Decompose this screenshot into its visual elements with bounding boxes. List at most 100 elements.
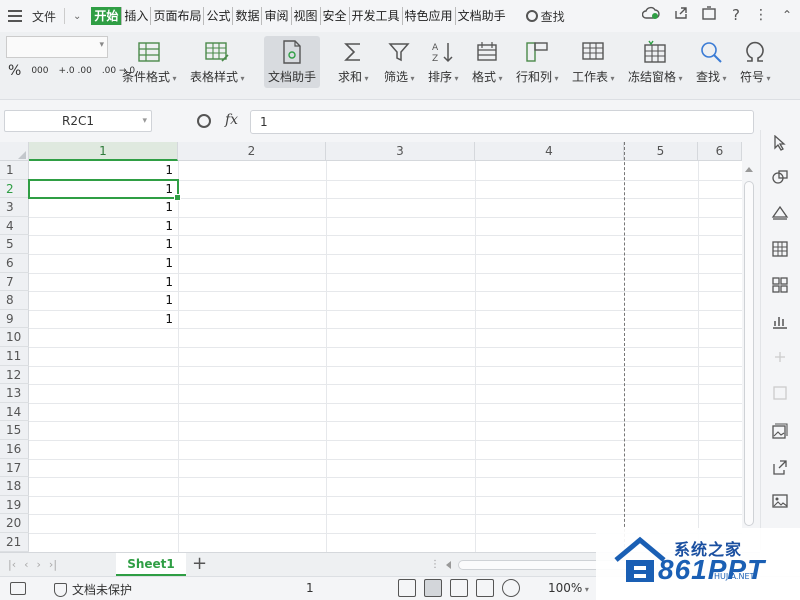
- conditional-format-button[interactable]: 条件格式: [122, 38, 177, 85]
- sheet-tab-sheet1[interactable]: Sheet1: [116, 553, 186, 576]
- export-icon[interactable]: [702, 6, 718, 24]
- column-header-5[interactable]: 5: [624, 142, 698, 161]
- cell[interactable]: 1: [29, 198, 177, 217]
- tab-developer[interactable]: 开发工具: [348, 7, 402, 25]
- tab-data[interactable]: 数据: [232, 7, 261, 25]
- spreadsheet-grid[interactable]: 1 2 3 4 5 6 1 2 3 4 5 6 7 8 9 10 11 12 13 14 15 16 17 18 1…: [0, 142, 742, 552]
- row-header-9[interactable]: 9: [0, 310, 29, 329]
- search-command[interactable]: 查找: [525, 8, 565, 25]
- insert-function-button[interactable]: fx: [225, 112, 238, 128]
- share-out-icon[interactable]: [771, 458, 789, 476]
- column-header-1[interactable]: 1: [29, 142, 178, 161]
- tab-page-layout[interactable]: 页面布局: [150, 7, 203, 25]
- tab-special-apps[interactable]: 特色应用: [401, 7, 455, 25]
- thousands-button[interactable]: 000: [31, 66, 48, 76]
- column-header-2[interactable]: 2: [178, 142, 326, 161]
- normal-view-icon[interactable]: [424, 579, 442, 597]
- zoom-level[interactable]: 100%: [548, 581, 589, 595]
- row-header-17[interactable]: 17: [0, 459, 29, 478]
- eye-protection-icon[interactable]: [502, 579, 520, 597]
- table-icon[interactable]: [771, 240, 789, 258]
- hamburger-icon[interactable]: [8, 10, 28, 22]
- scroll-thumb[interactable]: [744, 181, 754, 526]
- row-header-16[interactable]: 16: [0, 440, 29, 459]
- cell[interactable]: 1: [29, 291, 177, 310]
- number-format-select[interactable]: [6, 36, 108, 58]
- increase-decimal-button[interactable]: +.0 .00: [59, 66, 92, 76]
- chevron-down-icon[interactable]: ⌄: [73, 11, 81, 22]
- fullscreen-view-icon[interactable]: [398, 579, 416, 597]
- cursor-select-icon[interactable]: [771, 134, 789, 152]
- row-header-10[interactable]: 10: [0, 328, 29, 347]
- name-box[interactable]: R2C1: [4, 110, 152, 132]
- symbol-button[interactable]: 符号: [740, 38, 771, 85]
- cell[interactable]: 1: [29, 161, 177, 180]
- rows-cols-button[interactable]: 行和列: [516, 38, 559, 85]
- row-header-5[interactable]: 5: [0, 235, 29, 254]
- row-header-1[interactable]: 1: [0, 161, 29, 180]
- file-menu[interactable]: 文件: [32, 8, 56, 25]
- tab-doc-assistant[interactable]: 文档助手: [454, 7, 508, 25]
- more-icon[interactable]: ⋮: [754, 7, 768, 23]
- chart-icon[interactable]: [771, 312, 789, 330]
- zoom-formula-icon[interactable]: [197, 114, 211, 128]
- row-header-14[interactable]: 14: [0, 403, 29, 422]
- worksheet-button[interactable]: 工作表: [572, 38, 615, 85]
- cell[interactable]: 1: [29, 254, 177, 273]
- cloud-sync-icon[interactable]: [641, 6, 660, 24]
- find-button[interactable]: 查找: [696, 38, 727, 85]
- scroll-up-icon[interactable]: [745, 167, 753, 172]
- row-header-2[interactable]: 2: [0, 180, 29, 199]
- share-icon[interactable]: [674, 6, 688, 24]
- first-sheet-icon[interactable]: |‹: [8, 558, 16, 571]
- column-header-6[interactable]: 6: [698, 142, 742, 161]
- row-header-12[interactable]: 12: [0, 366, 29, 385]
- table-style-button[interactable]: 表格样式: [190, 38, 245, 85]
- last-sheet-icon[interactable]: ›|: [49, 558, 57, 571]
- formula-input[interactable]: 1: [250, 110, 754, 134]
- row-header-19[interactable]: 19: [0, 496, 29, 515]
- tab-insert[interactable]: 插入: [121, 7, 150, 25]
- macro-record-icon[interactable]: [10, 582, 26, 595]
- row-header-21[interactable]: 21: [0, 533, 29, 552]
- prev-sheet-icon[interactable]: ‹: [24, 558, 28, 571]
- sum-button[interactable]: 求和: [338, 38, 369, 85]
- row-header-8[interactable]: 8: [0, 291, 29, 310]
- image-gallery-icon[interactable]: [771, 422, 789, 440]
- tab-view[interactable]: 视图: [290, 7, 320, 25]
- tab-formulas[interactable]: 公式: [203, 7, 232, 25]
- row-header-6[interactable]: 6: [0, 254, 29, 273]
- active-cell[interactable]: [28, 178, 181, 201]
- tab-review[interactable]: 审阅: [261, 7, 290, 25]
- filter-button[interactable]: 筛选: [384, 38, 415, 85]
- cell[interactable]: 1: [29, 310, 177, 329]
- sort-button[interactable]: AZ 排序: [428, 38, 459, 85]
- page-break-view-icon[interactable]: [450, 579, 468, 597]
- vertical-scrollbar[interactable]: [742, 161, 756, 552]
- scroll-left-icon[interactable]: [446, 561, 451, 569]
- style-icon[interactable]: [771, 204, 789, 222]
- cell[interactable]: 1: [29, 235, 177, 254]
- row-header-7[interactable]: 7: [0, 273, 29, 292]
- column-header-3[interactable]: 3: [326, 142, 475, 161]
- row-header-4[interactable]: 4: [0, 217, 29, 236]
- row-header-20[interactable]: 20: [0, 514, 29, 533]
- row-header-15[interactable]: 15: [0, 421, 29, 440]
- row-header-18[interactable]: 18: [0, 477, 29, 496]
- format-button[interactable]: 格式: [472, 38, 503, 85]
- tab-security[interactable]: 安全: [319, 7, 349, 25]
- percent-button[interactable]: %: [8, 64, 21, 78]
- freeze-panes-button[interactable]: 冻结窗格: [628, 38, 683, 85]
- cell[interactable]: 1: [29, 217, 177, 236]
- shapes-icon[interactable]: [771, 168, 789, 186]
- doc-assistant-button[interactable]: 文档助手: [264, 36, 321, 88]
- column-header-4[interactable]: 4: [475, 142, 624, 161]
- row-header-3[interactable]: 3: [0, 198, 29, 217]
- reading-view-icon[interactable]: [476, 579, 494, 597]
- scroll-grip-icon[interactable]: ⋮: [430, 559, 440, 570]
- row-header-11[interactable]: 11: [0, 347, 29, 366]
- collapse-icon[interactable]: ⌃: [782, 8, 792, 22]
- picture-icon[interactable]: [771, 492, 789, 510]
- cell[interactable]: 1: [29, 273, 177, 292]
- help-icon[interactable]: ?: [732, 6, 740, 24]
